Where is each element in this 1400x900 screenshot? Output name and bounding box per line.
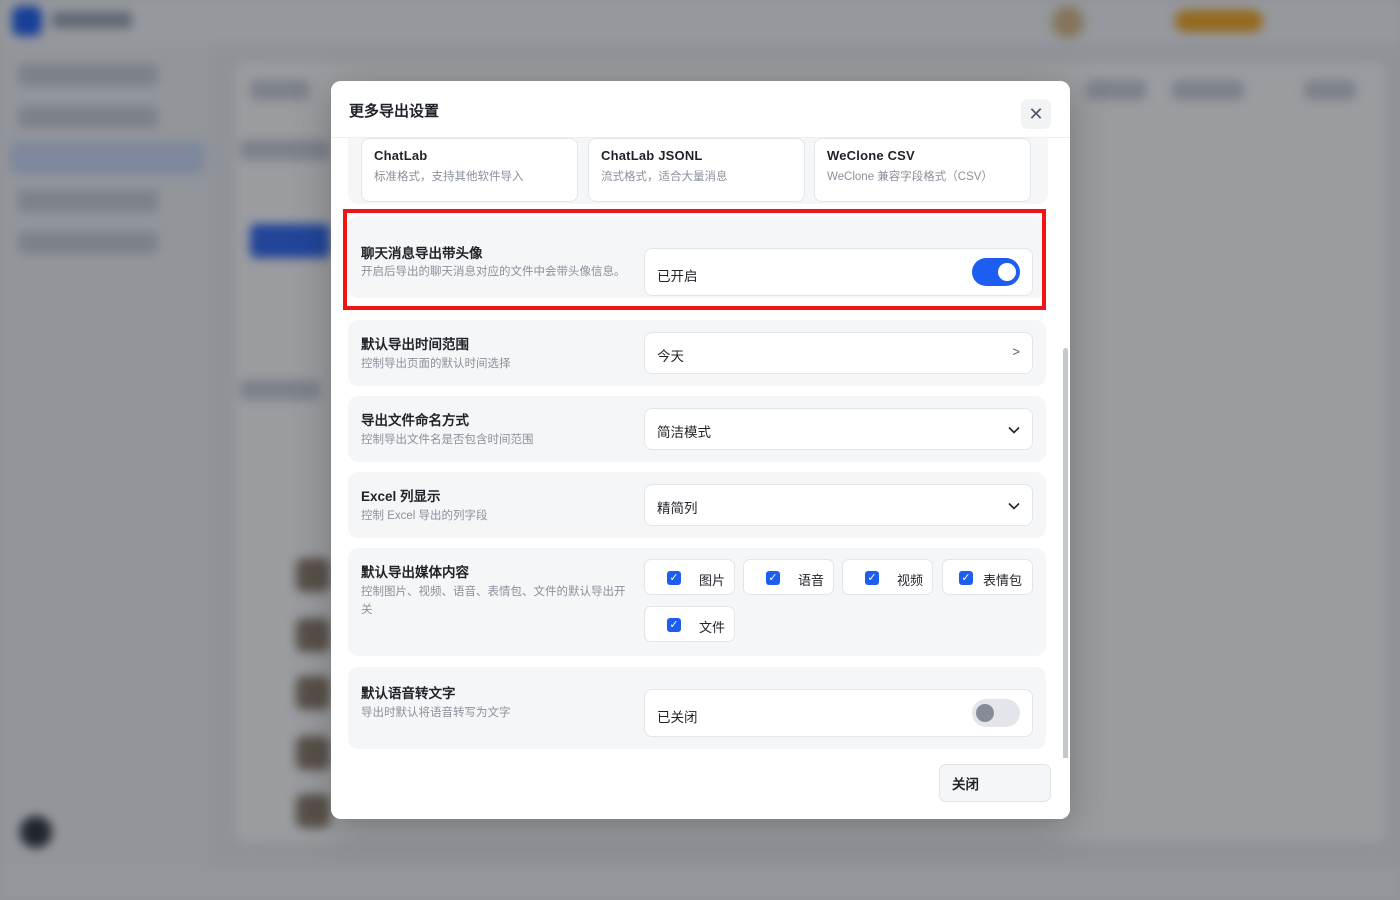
format-name: ChatLab: [374, 148, 428, 163]
format-card-weclone-csv[interactable]: WeClone CSV WeClone 兼容字段格式（CSV）: [814, 138, 1031, 202]
excel-columns-select[interactable]: 精简列: [644, 484, 1033, 526]
format-desc: 流式格式，适合大量消息: [601, 171, 728, 183]
avatar-export-toggle[interactable]: [972, 258, 1020, 286]
setting-row-avatar-export: 聊天消息导出带头像 开启后导出的聊天消息对应的文件中会带头像信息。 已开启: [348, 216, 1046, 298]
setting-desc: 控制 Excel 导出的列字段: [361, 510, 488, 522]
close-button[interactable]: 关闭: [939, 764, 1051, 802]
setting-desc: 控制导出页面的默认时间选择: [361, 358, 511, 370]
checkbox-label: 图片: [699, 573, 726, 588]
checkbox-label: 视频: [897, 573, 924, 588]
format-desc: 标准格式，支持其他软件导入: [374, 171, 524, 183]
format-desc: WeClone 兼容字段格式（CSV）: [827, 171, 993, 183]
setting-row-file-naming: 导出文件命名方式 控制导出文件名是否包含时间范围 简洁模式: [348, 396, 1046, 462]
checkbox-checked-icon: ✓: [667, 618, 681, 632]
media-checkbox-voice[interactable]: ✓ 语音: [743, 559, 834, 595]
time-range-value: 今天: [657, 349, 684, 364]
excel-columns-value: 精简列: [657, 501, 698, 516]
dialog-header: 更多导出设置 ✕: [331, 81, 1070, 138]
setting-row-media: 默认导出媒体内容 控制图片、视频、语音、表情包、文件的默认导出开关 ✓ 图片 ✓…: [348, 548, 1046, 656]
media-checkbox-video[interactable]: ✓ 视频: [842, 559, 933, 595]
format-card-chatlab[interactable]: ChatLab 标准格式，支持其他软件导入: [361, 138, 578, 202]
setting-row-time-range: 默认导出时间范围 控制导出页面的默认时间选择 今天 >: [348, 320, 1046, 386]
setting-title: 默认导出媒体内容: [361, 565, 469, 580]
setting-desc: 控制导出文件名是否包含时间范围: [361, 434, 534, 446]
checkbox-checked-icon: ✓: [959, 571, 973, 585]
setting-row-excel-columns: Excel 列显示 控制 Excel 导出的列字段 精简列: [348, 472, 1046, 538]
setting-title: 默认导出时间范围: [361, 337, 469, 352]
format-name: WeClone CSV: [827, 148, 915, 163]
format-options: ChatLab 标准格式，支持其他软件导入 ChatLab JSONL 流式格式…: [348, 138, 1048, 204]
checkbox-checked-icon: ✓: [667, 571, 681, 585]
media-checkbox-sticker[interactable]: ✓ 表情包: [942, 559, 1033, 595]
toggle-status-label: 已开启: [657, 269, 698, 284]
checkbox-label: 表情包: [983, 573, 1023, 588]
voice-to-text-toggle[interactable]: [972, 699, 1020, 727]
format-card-chatlab-jsonl[interactable]: ChatLab JSONL 流式格式，适合大量消息: [588, 138, 805, 202]
chevron-right-icon: >: [1012, 344, 1020, 359]
voice-to-text-toggle-field: 已关闭: [644, 689, 1033, 737]
setting-title: Excel 列显示: [361, 489, 441, 504]
file-naming-value: 简洁模式: [657, 425, 711, 440]
dialog-scrollbar[interactable]: [1063, 348, 1068, 763]
media-checkbox-file[interactable]: ✓ 文件: [644, 606, 735, 642]
setting-desc: 控制图片、视频、语音、表情包、文件的默认导出开关: [361, 586, 626, 616]
dialog-body: ChatLab 标准格式，支持其他软件导入 ChatLab JSONL 流式格式…: [331, 138, 1070, 758]
checkbox-label: 语音: [798, 573, 825, 588]
close-icon[interactable]: ✕: [1021, 99, 1051, 129]
format-name: ChatLab JSONL: [601, 148, 703, 163]
setting-title: 默认语音转文字: [361, 686, 456, 701]
export-settings-dialog: 更多导出设置 ✕ ChatLab 标准格式，支持其他软件导入 ChatLab J…: [331, 81, 1070, 819]
dialog-footer: 关闭: [331, 758, 1070, 819]
dialog-title: 更多导出设置: [349, 103, 440, 120]
checkbox-checked-icon: ✓: [865, 571, 879, 585]
media-checkbox-image[interactable]: ✓ 图片: [644, 559, 735, 595]
setting-row-voice-to-text: 默认语音转文字 导出时默认将语音转写为文字 已关闭: [348, 667, 1046, 749]
setting-desc: 导出时默认将语音转写为文字: [361, 707, 511, 719]
checkbox-label: 文件: [699, 620, 726, 635]
file-naming-select[interactable]: 简洁模式: [644, 408, 1033, 450]
checkbox-checked-icon: ✓: [766, 571, 780, 585]
time-range-selector[interactable]: 今天 >: [644, 332, 1033, 374]
setting-title: 聊天消息导出带头像: [361, 246, 483, 261]
setting-desc: 开启后导出的聊天消息对应的文件中会带头像信息。: [361, 266, 626, 278]
chevron-down-icon: [1008, 498, 1020, 513]
chevron-down-icon: [1008, 422, 1020, 437]
setting-title: 导出文件命名方式: [361, 413, 469, 428]
avatar-export-toggle-field: 已开启: [644, 248, 1033, 296]
toggle-status-label: 已关闭: [657, 710, 698, 725]
